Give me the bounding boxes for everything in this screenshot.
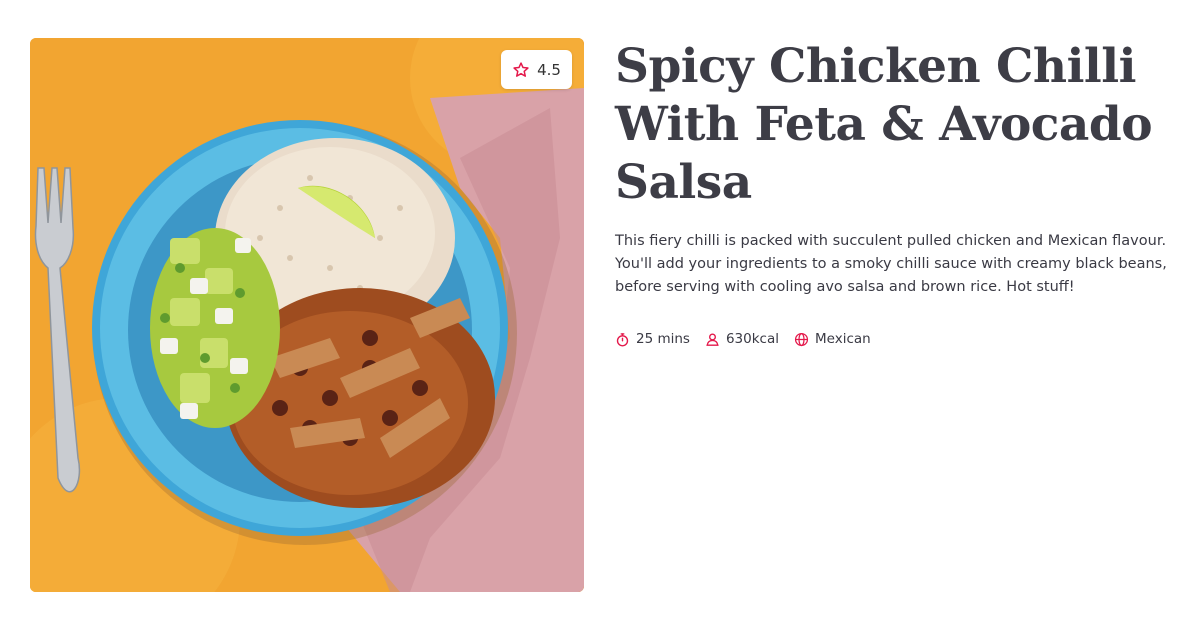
recipe-meta: 25 mins 630kcal Mexican (615, 331, 1175, 347)
recipe-title: Spicy Chicken Chilli With Feta & Avocado… (615, 39, 1153, 210)
globe-icon (794, 332, 809, 347)
rating-badge: 4.5 (501, 50, 572, 89)
recipe-image[interactable] (30, 38, 584, 592)
star-icon (512, 61, 530, 79)
recipe-description: This fiery chilli is packed with succule… (615, 233, 1167, 295)
stopwatch-icon (615, 332, 630, 347)
recipe-details: Spicy Chicken Chilli With Feta & Avocado… (615, 38, 1175, 347)
rating-value: 4.5 (537, 60, 561, 79)
meta-calories-value: 630kcal (725, 331, 779, 347)
meta-time-value: 25 mins (636, 331, 690, 347)
recipe-photo (30, 38, 584, 592)
meta-cuisine: Mexican (794, 331, 871, 347)
meta-cuisine-value: Mexican (815, 331, 871, 347)
meta-time: 25 mins (615, 331, 690, 347)
meta-calories: 630kcal (705, 331, 779, 347)
person-icon (705, 332, 720, 347)
